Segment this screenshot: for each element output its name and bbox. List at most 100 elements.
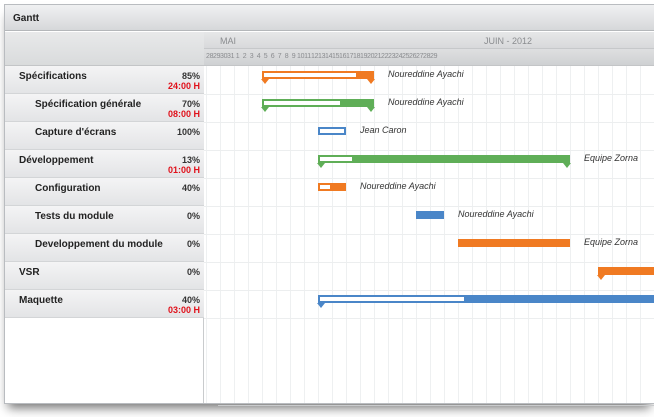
grid-row-line [204, 178, 654, 179]
timeline-day-label: 16 [339, 53, 347, 60]
task-row[interactable]: Développement 13% 01:00 H [5, 150, 204, 178]
task-percent: 13% [181, 155, 200, 165]
task-percent: 0% [186, 267, 200, 277]
timeline-day-label: 12 [311, 53, 319, 60]
task-row[interactable]: Maquette 40% 03:00 H [5, 290, 204, 318]
grid-column [374, 66, 375, 403]
task-percent: 40% [181, 295, 200, 305]
task-percent: 40% [181, 183, 200, 193]
timeline-day-label: 25 [402, 53, 410, 60]
timeline-day-label: 24 [395, 53, 403, 60]
grid-column [234, 66, 235, 403]
task-name: Spécification générale [35, 99, 142, 110]
resource-label: Noureddine Ayachi [388, 97, 464, 107]
gantt-bar[interactable] [597, 267, 654, 280]
resource-label: Noureddine Ayachi [458, 209, 534, 219]
timeline-day-label: 30 [220, 53, 228, 60]
grid-column [304, 66, 305, 403]
task-hours: 03:00 H [167, 305, 200, 315]
task-list-header [5, 32, 204, 66]
resource-label: Noureddine Ayachi [360, 181, 436, 191]
gantt-bar[interactable] [458, 239, 570, 247]
window-title: Gantt [13, 13, 40, 24]
gantt-bar[interactable] [317, 295, 654, 308]
timeline-day-label: 27 [416, 53, 424, 60]
task-row[interactable]: VSR 0% [5, 262, 204, 290]
timeline-month-header: MAI JUIN - 2012 [204, 32, 654, 49]
grid-column [570, 66, 571, 403]
grid-row-line [204, 234, 654, 235]
task-name: Spécifications [19, 71, 87, 82]
gantt-bar-progress [320, 297, 464, 301]
gantt-bar[interactable] [416, 211, 444, 219]
grid-column [612, 66, 613, 403]
timeline-day-label: 29 [430, 53, 438, 60]
resource-label: Equipe Zorna [584, 153, 639, 163]
task-row[interactable]: Spécifications 85% 24:00 H [5, 66, 204, 94]
grid-column [332, 66, 333, 403]
timeline-day-label: 29 [213, 53, 221, 60]
timeline-day-label: 26 [409, 53, 417, 60]
timeline-day-header: 28 29 30 31 1 2 3 4 5 6 7 8 9 10 11 12 13 14 15 16 17 18 19 20 2… [204, 49, 654, 66]
grid-column [598, 66, 599, 403]
gantt-bar[interactable] [261, 71, 375, 84]
resource-label: Jean Caron [360, 125, 407, 135]
grid-column [472, 66, 473, 403]
gantt-bar[interactable] [317, 155, 571, 168]
summary-start-marker [261, 107, 269, 112]
task-percent: 70% [181, 99, 200, 109]
summary-start-marker [317, 163, 325, 168]
timeline-day-label: 21 [374, 53, 382, 60]
task-row[interactable]: Configuration 40% [5, 178, 204, 206]
timeline-day-label: 17 [346, 53, 354, 60]
timeline-day-label: 23 [388, 53, 396, 60]
task-row[interactable]: Spécification générale 70% 08:00 H [5, 94, 204, 122]
timeline-day-label: 13 [318, 53, 326, 60]
grid-column [402, 66, 403, 403]
summary-end-marker [563, 163, 571, 168]
grid-column [556, 66, 557, 403]
timeline-day-label: 15 [332, 53, 340, 60]
gantt-bar[interactable] [261, 99, 375, 112]
grid-column [430, 66, 431, 403]
grid-column [290, 66, 291, 403]
summary-end-marker [367, 79, 375, 84]
timeline-day-label: 22 [381, 53, 389, 60]
grid-row-line [204, 94, 654, 95]
task-percent: 100% [176, 127, 200, 137]
timeline-day-label: 11 [304, 53, 311, 60]
timeline-day-label: 7 [277, 53, 282, 60]
gantt-chart-area[interactable]: MAI JUIN - 2012 28 29 30 31 1 2 3 4 5 6 7 8 9 10 11 12 13… [204, 32, 654, 403]
grid-column [584, 66, 585, 403]
task-row[interactable]: Capture d'écrans 100% [5, 122, 204, 150]
timeline-day-label: 18 [353, 53, 361, 60]
timeline-day-label: 6 [270, 53, 275, 60]
timeline-day-label: 1 [235, 53, 240, 60]
timeline-day-label: 20 [367, 53, 375, 60]
timeline-day-label: 2 [242, 53, 247, 60]
timeline-day-label: 3 [249, 53, 254, 60]
grid-column [248, 66, 249, 403]
grid-column [220, 66, 221, 403]
gantt-bar[interactable] [318, 127, 346, 135]
task-name: Configuration [35, 183, 101, 194]
task-percent: 0% [186, 211, 200, 221]
task-row[interactable]: Developpement du module 0% [5, 234, 204, 262]
task-row[interactable]: Tests du module 0% [5, 206, 204, 234]
grid-row-line [204, 318, 654, 319]
grid-column [542, 66, 543, 403]
summary-start-marker [597, 275, 605, 280]
timeline-day-label: 8 [284, 53, 289, 60]
summary-start-marker [317, 303, 325, 308]
gantt-bar[interactable] [318, 183, 346, 191]
task-name: Capture d'écrans [35, 127, 117, 138]
grid-column [206, 66, 207, 403]
grid-row-line [204, 206, 654, 207]
task-percent: 0% [186, 239, 200, 249]
grid-column [318, 66, 319, 403]
grid-column [640, 66, 641, 403]
window-titlebar[interactable]: Gantt [5, 5, 654, 31]
horizontal-scrollbar[interactable] [218, 405, 654, 406]
grid-column [528, 66, 529, 403]
timeline-day-label: 19 [360, 53, 368, 60]
